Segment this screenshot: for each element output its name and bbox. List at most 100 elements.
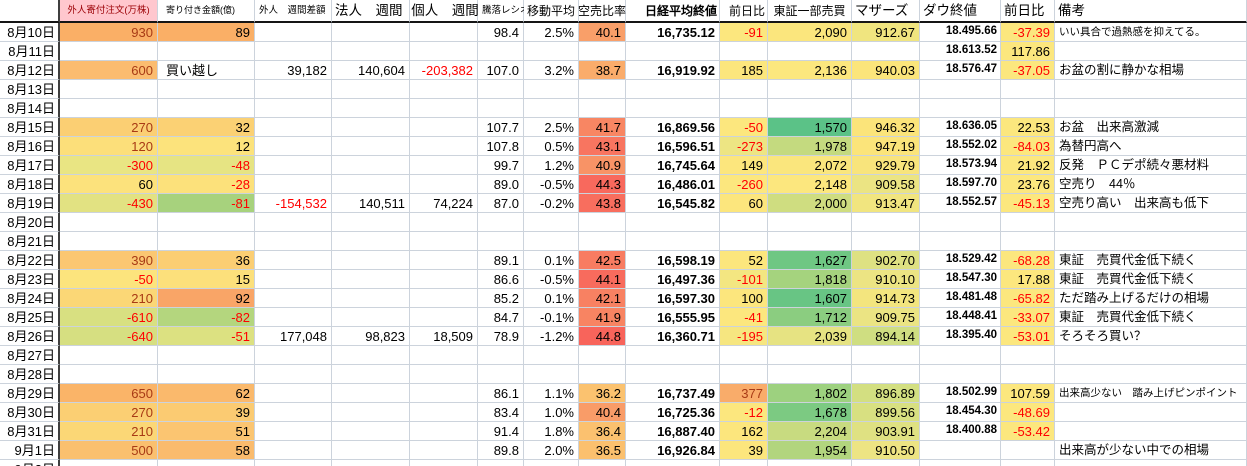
cell-e[interactable] <box>332 175 410 194</box>
cell-b[interactable]: 650 <box>60 384 158 403</box>
cell-m[interactable] <box>852 232 920 251</box>
cell-e[interactable] <box>332 289 410 308</box>
cell-d[interactable] <box>255 289 332 308</box>
cell-f[interactable] <box>410 251 478 270</box>
cell-p[interactable] <box>1055 460 1247 466</box>
cell-m[interactable]: 946.32 <box>852 118 920 137</box>
cell-d[interactable] <box>255 346 332 365</box>
cell-i[interactable]: 36.4 <box>579 422 626 441</box>
cell-o[interactable]: -45.13 <box>1001 194 1055 213</box>
cell-p[interactable]: 出来高が少ない中での相場 <box>1055 441 1247 460</box>
cell-h[interactable]: -0.1% <box>524 308 579 327</box>
cell-f[interactable]: 74,224 <box>410 194 478 213</box>
cell-j[interactable] <box>626 42 720 61</box>
cell-h[interactable]: 2.5% <box>524 23 579 42</box>
cell-h[interactable]: 2.5% <box>524 118 579 137</box>
cell-l[interactable]: 1,570 <box>768 118 852 137</box>
cell-l[interactable]: 2,039 <box>768 327 852 346</box>
cell-m[interactable] <box>852 80 920 99</box>
cell-l[interactable]: 1,818 <box>768 270 852 289</box>
cell-m[interactable] <box>852 213 920 232</box>
column-header-g[interactable]: 騰落レシオ <box>478 0 524 23</box>
cell-c[interactable]: 32 <box>158 118 255 137</box>
cell-e[interactable] <box>332 308 410 327</box>
cell-b[interactable]: -50 <box>60 270 158 289</box>
cell-h[interactable] <box>524 80 579 99</box>
cell-f[interactable] <box>410 118 478 137</box>
cell-k[interactable]: 39 <box>720 441 768 460</box>
cell-j[interactable]: 16,555.95 <box>626 308 720 327</box>
cell-m[interactable]: 929.79 <box>852 156 920 175</box>
cell-n[interactable]: 18.395.40 <box>920 327 1001 346</box>
cell-i[interactable]: 42.1 <box>579 289 626 308</box>
cell-f[interactable] <box>410 270 478 289</box>
cell-d[interactable]: -154,532 <box>255 194 332 213</box>
cell-d[interactable] <box>255 23 332 42</box>
cell-i[interactable]: 41.9 <box>579 308 626 327</box>
cell-k[interactable] <box>720 213 768 232</box>
cell-p[interactable]: 反発 ＰＣデポ続々悪材料 <box>1055 156 1247 175</box>
cell-j[interactable] <box>626 232 720 251</box>
cell-m[interactable]: 913.47 <box>852 194 920 213</box>
cell-e[interactable] <box>332 422 410 441</box>
cell-h[interactable] <box>524 99 579 118</box>
cell-i[interactable]: 40.1 <box>579 23 626 42</box>
corner-cell[interactable] <box>0 0 60 23</box>
cell-o[interactable]: 21.92 <box>1001 156 1055 175</box>
cell-b[interactable]: 390 <box>60 251 158 270</box>
cell-i[interactable] <box>579 42 626 61</box>
cell-n[interactable]: 18.597.70 <box>920 175 1001 194</box>
cell-g[interactable]: 107.7 <box>478 118 524 137</box>
cell-n[interactable] <box>920 441 1001 460</box>
cell-o[interactable] <box>1001 99 1055 118</box>
cell-i[interactable]: 40.4 <box>579 403 626 422</box>
cell-o[interactable] <box>1001 460 1055 466</box>
cell-c[interactable]: 89 <box>158 23 255 42</box>
cell-o[interactable]: -37.05 <box>1001 61 1055 80</box>
cell-e[interactable] <box>332 365 410 384</box>
cell-b[interactable]: 120 <box>60 137 158 156</box>
cell-o[interactable] <box>1001 213 1055 232</box>
cell-p[interactable]: ただ踏み上げるだけの相場 <box>1055 289 1247 308</box>
cell-l[interactable]: 2,000 <box>768 194 852 213</box>
cell-g[interactable] <box>478 232 524 251</box>
cell-l[interactable] <box>768 460 852 466</box>
cell-c[interactable]: -51 <box>158 327 255 346</box>
cell-c[interactable] <box>158 346 255 365</box>
cell-b[interactable] <box>60 365 158 384</box>
cell-c[interactable] <box>158 232 255 251</box>
cell-k[interactable]: 100 <box>720 289 768 308</box>
cell-h[interactable] <box>524 42 579 61</box>
cell-o[interactable]: -68.28 <box>1001 251 1055 270</box>
row-date[interactable]: 8月22日 <box>0 251 60 270</box>
cell-k[interactable]: -273 <box>720 137 768 156</box>
cell-c[interactable]: 39 <box>158 403 255 422</box>
cell-h[interactable]: 1.1% <box>524 384 579 403</box>
cell-m[interactable]: 902.70 <box>852 251 920 270</box>
cell-b[interactable] <box>60 232 158 251</box>
cell-f[interactable] <box>410 422 478 441</box>
cell-m[interactable] <box>852 99 920 118</box>
cell-f[interactable]: -203,382 <box>410 61 478 80</box>
cell-d[interactable] <box>255 308 332 327</box>
cell-k[interactable]: -50 <box>720 118 768 137</box>
cell-b[interactable] <box>60 346 158 365</box>
cell-e[interactable] <box>332 156 410 175</box>
cell-n[interactable]: 18.613.52 <box>920 42 1001 61</box>
cell-g[interactable] <box>478 42 524 61</box>
cell-m[interactable]: 899.56 <box>852 403 920 422</box>
cell-h[interactable] <box>524 232 579 251</box>
cell-h[interactable]: -0.5% <box>524 175 579 194</box>
cell-f[interactable] <box>410 156 478 175</box>
cell-h[interactable]: 1.2% <box>524 156 579 175</box>
cell-g[interactable]: 89.0 <box>478 175 524 194</box>
cell-b[interactable]: 210 <box>60 422 158 441</box>
cell-d[interactable] <box>255 99 332 118</box>
cell-o[interactable]: -48.69 <box>1001 403 1055 422</box>
cell-d[interactable] <box>255 232 332 251</box>
cell-n[interactable]: 18.481.48 <box>920 289 1001 308</box>
cell-i[interactable]: 42.5 <box>579 251 626 270</box>
cell-l[interactable] <box>768 42 852 61</box>
cell-j[interactable]: 16,869.56 <box>626 118 720 137</box>
cell-j[interactable]: 16,919.92 <box>626 61 720 80</box>
